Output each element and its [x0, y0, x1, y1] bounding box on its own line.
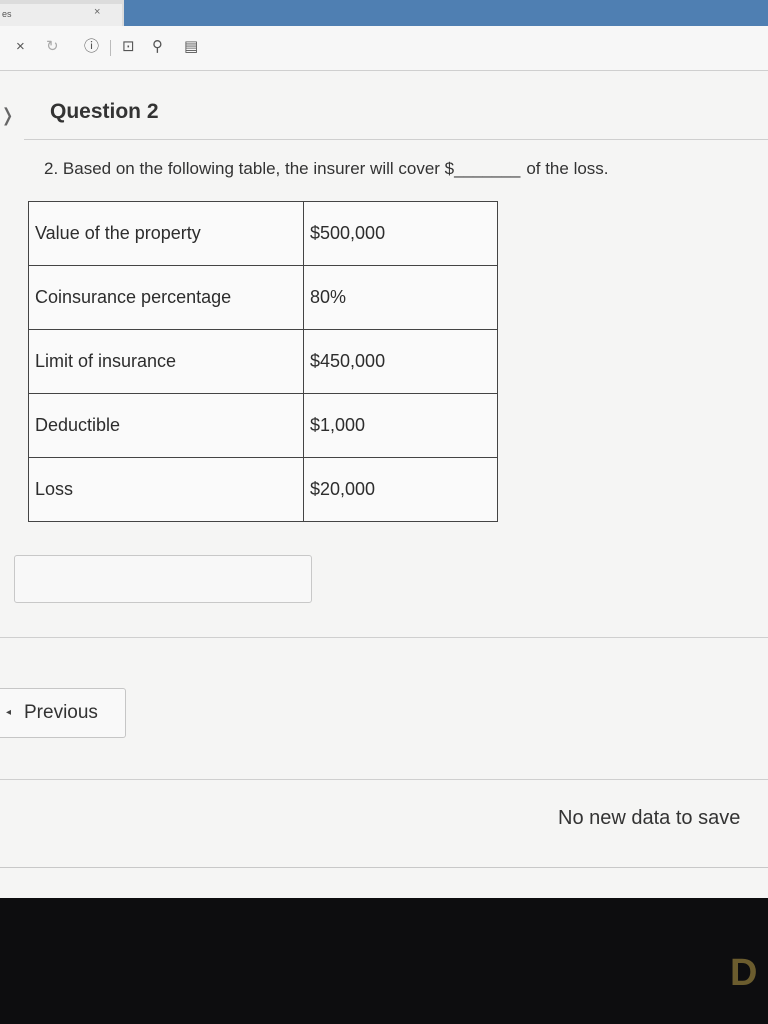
- table-row: Coinsurance percentage 80%: [28, 265, 498, 330]
- tab-strip: es ×: [0, 0, 768, 26]
- table-cell-label: Value of the property: [28, 201, 304, 266]
- table-cell-value: $500,000: [303, 201, 498, 266]
- table-cell-label: Loss: [28, 457, 304, 522]
- browser-tab[interactable]: es ×: [0, 4, 122, 26]
- screen: es × × ↻ ⓘ ⊡ ⚲ ▤ ❭ Question 2 2. Based o…: [0, 0, 768, 898]
- reload-icon[interactable]: ↻: [46, 38, 59, 56]
- table-cell-label: Coinsurance percentage: [28, 265, 304, 330]
- close-icon[interactable]: ×: [16, 38, 25, 56]
- browser-toolbar: × ↻ ⓘ ⊡ ⚲ ▤: [0, 26, 768, 71]
- table-cell-value: $1,000: [303, 393, 498, 458]
- question-header: Question 2: [24, 91, 768, 140]
- table-cell-value: $450,000: [303, 329, 498, 394]
- quiz-content: ❭ Question 2 2. Based on the following t…: [0, 71, 768, 898]
- table-row: Limit of insurance $450,000: [28, 329, 498, 394]
- table-row: Value of the property $500,000: [28, 201, 498, 266]
- toolbar-divider: [110, 40, 111, 56]
- tab-strip-background: [124, 0, 768, 26]
- question-title: Question 2: [50, 100, 159, 123]
- divider: [0, 637, 768, 638]
- tab-title: es: [2, 9, 12, 19]
- bookmark-icon[interactable]: ⊡: [122, 38, 135, 56]
- tab-close-icon[interactable]: ×: [94, 6, 100, 18]
- question-prompt-suffix: of the loss.: [526, 159, 609, 178]
- answer-input[interactable]: [14, 555, 312, 603]
- table-cell-label: Limit of insurance: [28, 329, 304, 394]
- save-status-text: No new data to save: [558, 807, 741, 829]
- divider: [0, 779, 768, 780]
- search-icon[interactable]: ⚲: [152, 38, 163, 56]
- table-cell-label: Deductible: [28, 393, 304, 458]
- question-prompt: 2. Based on the following table, the ins…: [44, 159, 521, 178]
- caret-left-icon: ◂: [6, 707, 12, 718]
- previous-button[interactable]: ◂ Previous: [0, 688, 126, 738]
- insurance-table: Value of the property $500,000 Coinsuran…: [28, 201, 498, 522]
- chevron-right-icon[interactable]: ❭: [0, 105, 15, 126]
- calculator-icon[interactable]: ▤: [184, 38, 198, 56]
- corner-logo-glyph: D: [730, 952, 758, 994]
- table-cell-value: $20,000: [303, 457, 498, 522]
- question-text: 2. Based on the following table, the ins…: [44, 159, 609, 179]
- info-icon[interactable]: ⓘ: [84, 38, 99, 56]
- previous-label: Previous: [24, 702, 98, 723]
- divider: [0, 867, 768, 868]
- table-row: Loss $20,000: [28, 457, 498, 522]
- table-row: Deductible $1,000: [28, 393, 498, 458]
- table-cell-value: 80%: [303, 265, 498, 330]
